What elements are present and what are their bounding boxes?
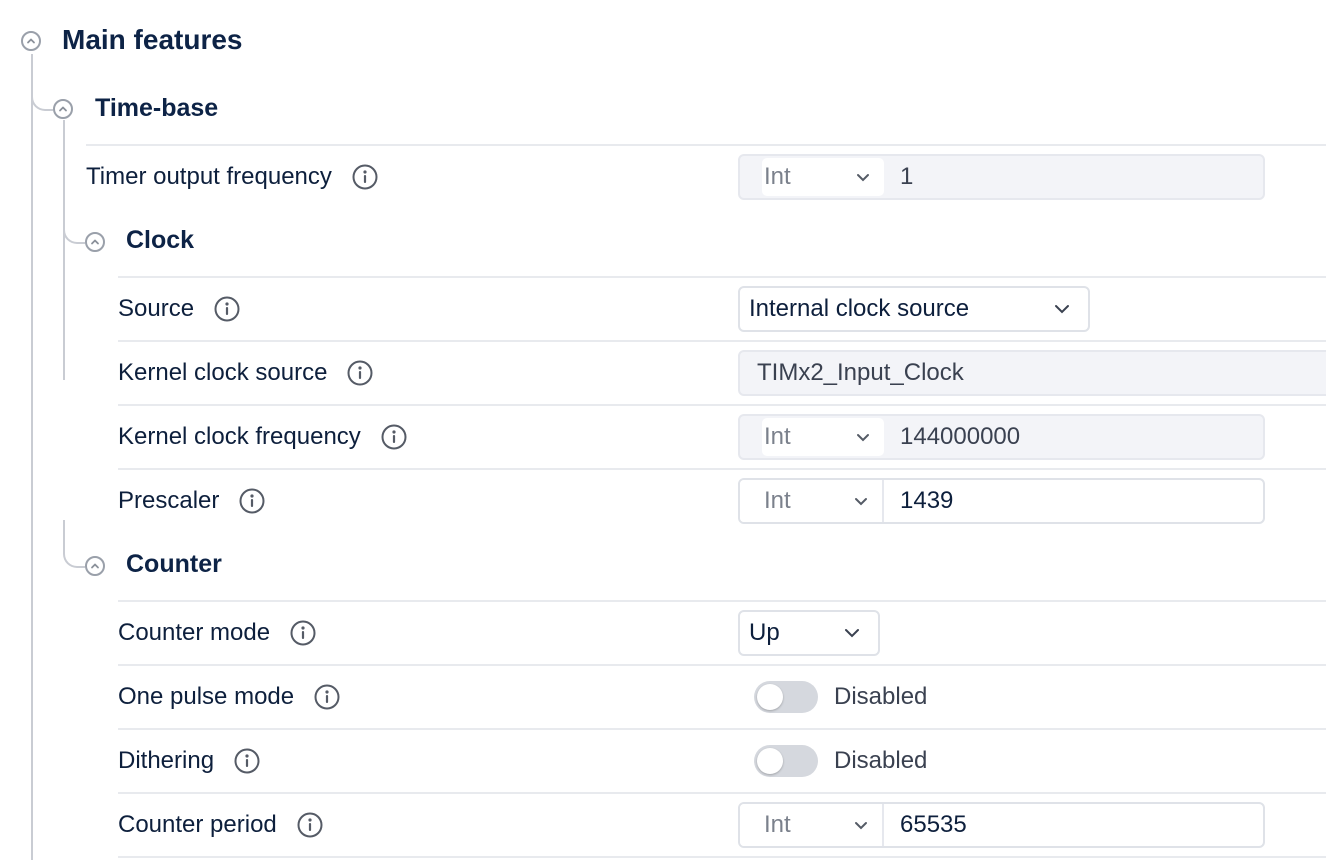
counter-period-field[interactable]: Int 65535 <box>738 802 1265 848</box>
collapse-counter-icon[interactable] <box>85 556 105 576</box>
tree-line-time-base <box>63 120 65 380</box>
source-value: Internal clock source <box>749 295 970 322</box>
toggle-knob <box>757 684 783 710</box>
info-icon[interactable] <box>214 296 240 322</box>
timer-output-frequency-field[interactable]: Int 1 <box>738 154 1265 200</box>
tree-line-main <box>31 54 33 860</box>
row-timer-output-frequency: Timer output frequency <box>86 160 378 194</box>
divider <box>118 856 1326 858</box>
type-select[interactable]: Int <box>740 480 884 522</box>
divider <box>86 144 1326 146</box>
collapse-main-features-icon[interactable] <box>21 31 41 51</box>
chevron-down-icon <box>855 498 867 506</box>
one-pulse-mode-toggle[interactable] <box>754 681 818 713</box>
dithering-toggle[interactable] <box>754 745 818 777</box>
type-select[interactable]: Int <box>762 418 884 456</box>
divider <box>118 728 1326 730</box>
section-main-features: Main features <box>62 24 243 55</box>
divider <box>118 664 1326 666</box>
row-source: Source <box>118 292 240 326</box>
row-kernel-clock-frequency: Kernel clock frequency <box>118 420 407 454</box>
prescaler-field[interactable]: Int 1439 <box>738 478 1265 524</box>
chevron-down-icon <box>855 822 867 830</box>
divider <box>118 340 1326 342</box>
prescaler-label: Prescaler <box>118 487 220 514</box>
divider <box>118 600 1326 602</box>
counter-period-value[interactable]: 65535 <box>884 804 967 846</box>
type-select[interactable]: Int <box>740 804 884 846</box>
info-icon[interactable] <box>297 812 323 838</box>
source-label: Source <box>118 295 195 322</box>
kernel-clock-source-label: Kernel clock source <box>118 359 328 386</box>
divider <box>118 792 1326 794</box>
chevron-down-icon <box>857 434 869 442</box>
chevron-down-icon <box>845 629 859 638</box>
collapse-clock-icon[interactable] <box>85 232 105 252</box>
tree-connector-counter <box>63 520 85 568</box>
tree-connector-time-base <box>31 54 53 111</box>
kernel-clock-frequency-field[interactable]: Int 144000000 <box>738 414 1265 460</box>
timer-output-frequency-value: 1 <box>900 163 914 190</box>
counter-mode-label: Counter mode <box>118 619 271 646</box>
one-pulse-mode-label: One pulse mode <box>118 683 295 710</box>
section-clock: Clock <box>126 226 195 254</box>
divider <box>118 276 1326 278</box>
divider <box>118 468 1326 470</box>
one-pulse-mode-state: Disabled <box>834 683 928 710</box>
section-counter: Counter <box>126 550 222 578</box>
info-icon[interactable] <box>314 684 340 710</box>
row-kernel-clock-source: Kernel clock source <box>118 356 373 390</box>
kernel-clock-source-field[interactable]: TIMx2_Input_Clock <box>738 350 1326 396</box>
prescaler-value[interactable]: 1439 <box>884 480 953 522</box>
toggle-knob <box>757 748 783 774</box>
row-one-pulse-mode: One pulse mode <box>118 680 340 714</box>
counter-mode-select[interactable]: Up <box>738 610 880 656</box>
kernel-clock-source-value: TIMx2_Input_Clock <box>757 359 964 386</box>
info-icon[interactable] <box>290 620 316 646</box>
row-dithering: Dithering <box>118 744 260 778</box>
counter-mode-value: Up <box>749 619 780 646</box>
type-select[interactable]: Int <box>762 158 884 196</box>
dithering-label: Dithering <box>118 747 215 774</box>
divider <box>118 404 1326 406</box>
info-icon[interactable] <box>347 360 373 386</box>
row-counter-mode: Counter mode <box>118 616 316 650</box>
info-icon[interactable] <box>239 488 265 514</box>
kernel-clock-frequency-label: Kernel clock frequency <box>118 423 361 450</box>
chevron-down-icon <box>857 174 869 182</box>
row-counter-period: Counter period <box>118 808 323 842</box>
counter-period-label: Counter period <box>118 811 277 838</box>
info-icon[interactable] <box>381 424 407 450</box>
info-icon[interactable] <box>234 748 260 774</box>
row-prescaler: Prescaler <box>118 484 265 518</box>
source-select[interactable]: Internal clock source <box>738 286 1090 332</box>
collapse-time-base-icon[interactable] <box>53 99 73 119</box>
kernel-clock-frequency-value: 144000000 <box>900 423 1021 450</box>
section-time-base: Time-base <box>95 94 219 122</box>
info-icon[interactable] <box>352 164 378 190</box>
chevron-down-icon <box>1055 305 1069 314</box>
timer-output-frequency-label: Timer output frequency <box>86 163 332 190</box>
tree-connector-clock <box>63 200 85 244</box>
dithering-state: Disabled <box>834 747 928 774</box>
